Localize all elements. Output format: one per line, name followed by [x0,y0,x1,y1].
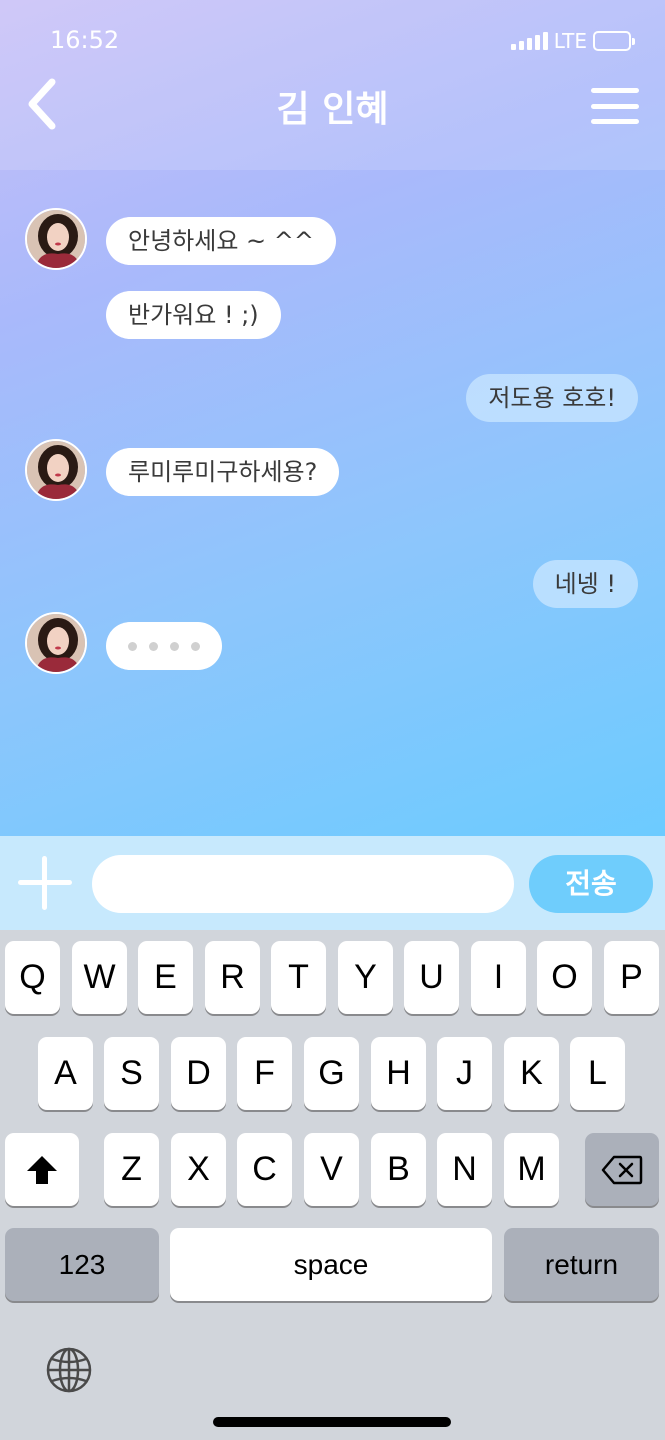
key-f[interactable]: F [237,1037,292,1110]
key-v[interactable]: V [304,1133,359,1206]
key-x[interactable]: X [171,1133,226,1206]
sent-message: 네넹 ! [532,560,638,608]
key-i[interactable]: I [471,941,526,1014]
received-message: 반가워요 ! ;) [106,291,281,339]
message-input-bar: 전송 [0,836,665,930]
key-r[interactable]: R [205,941,260,1014]
key-b[interactable]: B [371,1133,426,1206]
shift-key[interactable] [5,1133,79,1206]
key-m[interactable]: M [504,1133,559,1206]
key-j[interactable]: J [437,1037,492,1110]
space-key[interactable]: space [170,1228,492,1301]
message-input[interactable] [92,855,514,913]
avatar[interactable] [25,612,87,674]
menu-button[interactable] [591,88,639,124]
key-c[interactable]: C [237,1133,292,1206]
key-s[interactable]: S [104,1037,159,1110]
key-q[interactable]: Q [5,941,60,1014]
plus-icon[interactable] [18,856,72,910]
typing-indicator [106,622,222,670]
shift-icon [27,1155,57,1184]
globe-button[interactable] [44,1345,94,1395]
chat-title: 김 인혜 [276,89,389,130]
key-h[interactable]: H [371,1037,426,1110]
signal-icon [510,32,548,50]
key-w[interactable]: W [72,941,127,1014]
key-p[interactable]: P [604,941,659,1014]
received-message: 안녕하세요 ~ ^^ [106,217,336,265]
key-u[interactable]: U [404,941,459,1014]
key-g[interactable]: G [304,1037,359,1110]
menu-icon [591,88,639,93]
key-o[interactable]: O [537,941,592,1014]
key-a[interactable]: A [38,1037,93,1110]
numbers-key[interactable]: 123 [5,1228,159,1301]
avatar[interactable] [25,439,87,501]
key-z[interactable]: Z [104,1133,159,1206]
key-k[interactable]: K [504,1037,559,1110]
key-l[interactable]: L [570,1037,625,1110]
network-label: LTE [553,29,587,53]
key-n[interactable]: N [437,1133,492,1206]
key-d[interactable]: D [171,1037,226,1110]
key-y[interactable]: Y [338,941,393,1014]
avatar[interactable] [25,208,87,270]
received-message: 루미루미구하세용? [106,448,340,496]
return-key[interactable]: return [504,1228,659,1301]
globe-icon [46,1347,92,1393]
status-indicators: LTE [510,29,635,53]
status-time: 16:52 [50,26,120,54]
key-e[interactable]: E [138,941,193,1014]
backspace-icon [601,1155,643,1184]
backspace-key[interactable] [585,1133,659,1206]
battery-icon [593,31,635,51]
key-t[interactable]: T [271,941,326,1014]
top-bar: 16:52 LTE 김 인혜 [0,0,665,170]
send-button[interactable]: 전송 [529,855,653,913]
home-indicator[interactable] [213,1417,451,1427]
sent-message: 저도용 호호! [466,374,638,422]
